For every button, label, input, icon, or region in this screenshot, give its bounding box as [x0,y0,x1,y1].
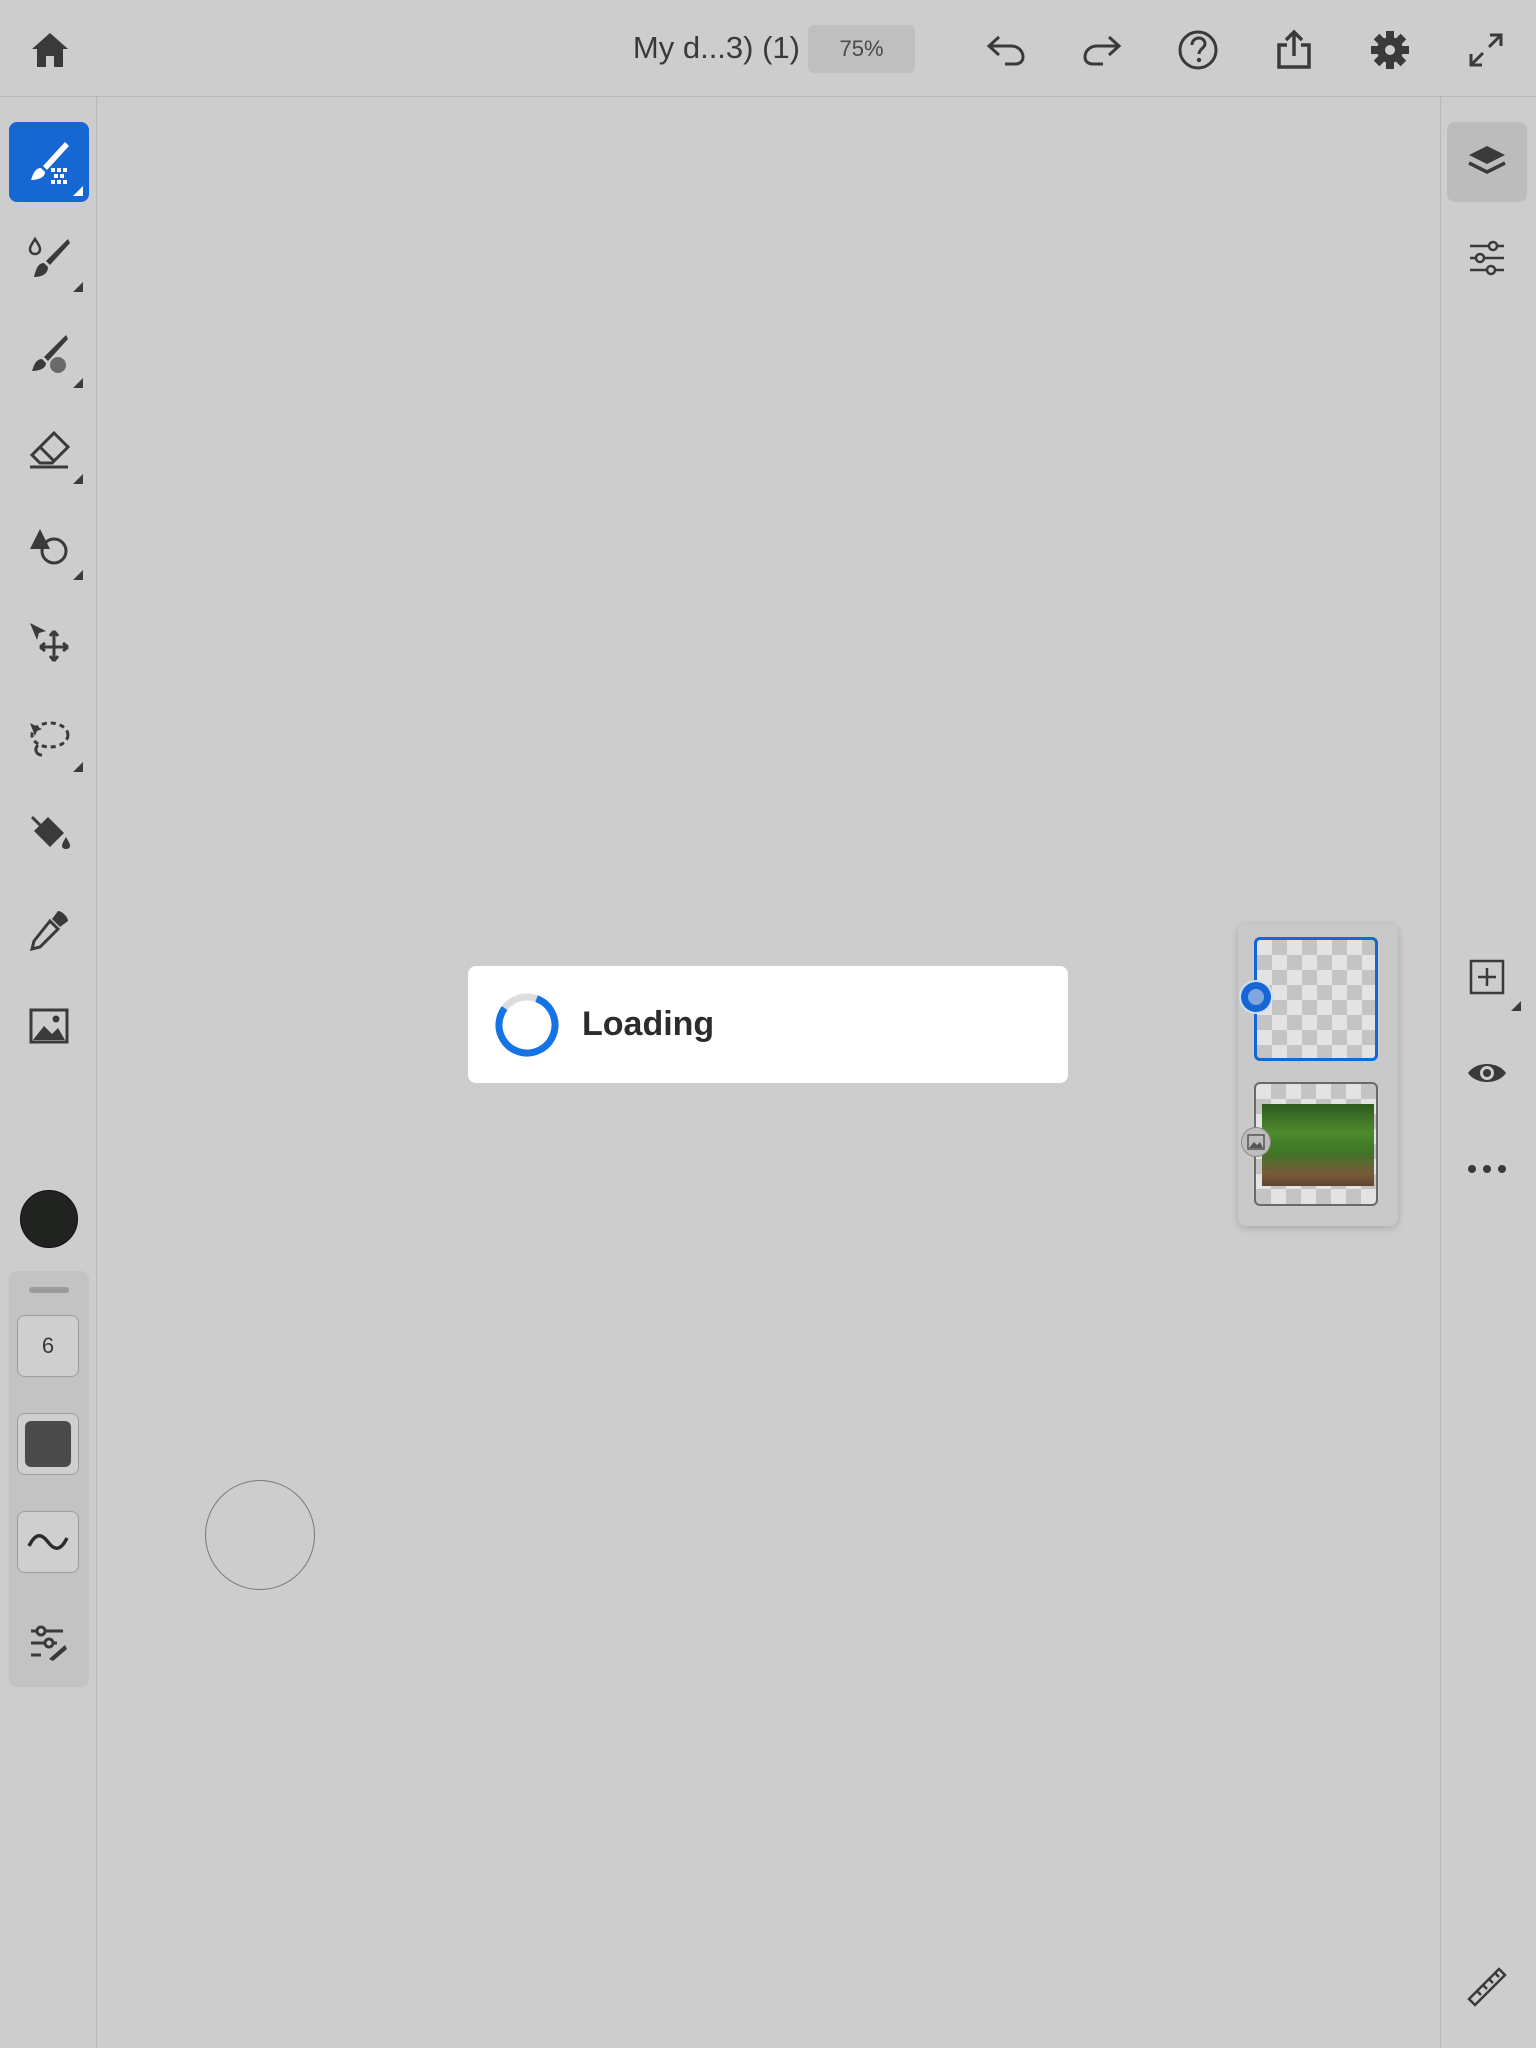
mixer-brush-tool[interactable] [9,314,89,394]
layer-selected-indicator [1241,982,1271,1012]
loading-spinner-icon [495,993,559,1056]
layer-photo-preview [1262,1104,1374,1186]
smoothing-icon [27,1534,69,1550]
brush-size-value: 6 [41,1333,55,1358]
layer-thumbnail-pixel[interactable] [1254,937,1378,1061]
layers-icon [1468,146,1506,174]
settings-icon[interactable] [1362,22,1418,78]
transform-icon [30,623,69,662]
left-toolbar: 6 [0,97,97,2048]
shape-tool[interactable] [9,506,89,586]
brush-size-box[interactable]: 6 [17,1315,79,1377]
visibility-icon [1468,1064,1506,1082]
mixer-brush-icon [32,335,68,373]
undo-icon[interactable] [978,22,1034,78]
top-bar: My d...3) (1) 75% [0,0,1536,97]
visibility-button[interactable] [1447,1033,1527,1113]
zoom-level[interactable]: 75% [808,25,915,73]
add-layer-icon [1469,959,1505,995]
transform-tool[interactable] [9,602,89,682]
live-brush-icon [28,236,70,277]
brush-settings-button[interactable] [17,1611,79,1673]
more-button[interactable] [1447,1129,1527,1209]
share-icon[interactable] [1266,22,1322,78]
more-icon [1468,1165,1506,1173]
properties-icon [1470,240,1504,276]
pixel-brush-tool[interactable] [9,122,89,202]
ruler-icon [1467,1967,1507,2007]
tool-options-panel: 6 [9,1271,89,1687]
layer-thumbnail-image[interactable] [1254,1082,1378,1206]
drag-handle[interactable] [29,1287,69,1293]
shape-icon [30,529,68,565]
opacity-preview [25,1421,71,1467]
image-tool[interactable] [9,986,89,1066]
right-toolbar [1440,97,1536,2048]
document-title[interactable]: My d...3) (1) [600,26,800,70]
opacity-swatch[interactable] [17,1413,79,1475]
loading-dialog: Loading [468,966,1068,1083]
brush-settings-icon [31,1625,67,1661]
ruler-button[interactable] [1447,1947,1527,2027]
lasso-icon [30,721,70,757]
eraser-tool[interactable] [9,410,89,490]
home-icon[interactable] [22,22,78,78]
help-icon[interactable] [1170,22,1226,78]
layers-button[interactable] [1447,122,1527,202]
fill-tool[interactable] [9,794,89,874]
properties-button[interactable] [1447,218,1527,298]
paint-bucket-icon [30,815,70,849]
brush-cursor [205,1480,315,1590]
eyedropper-icon [29,911,68,952]
loading-text: Loading [582,1005,715,1043]
eyedropper-tool[interactable] [9,890,89,970]
fullscreen-icon[interactable] [1458,22,1514,78]
layers-panel [1238,924,1398,1226]
smoothing-button[interactable] [17,1511,79,1573]
eraser-icon [29,430,71,469]
live-brush-tool[interactable] [9,218,89,298]
image-icon [29,1008,69,1044]
color-swatch[interactable] [20,1190,78,1248]
image-layer-icon [1241,1127,1271,1157]
add-layer-button[interactable] [1447,937,1527,1017]
redo-icon[interactable] [1074,22,1130,78]
pixel-brush-icon [31,142,69,184]
lasso-tool[interactable] [9,698,89,778]
